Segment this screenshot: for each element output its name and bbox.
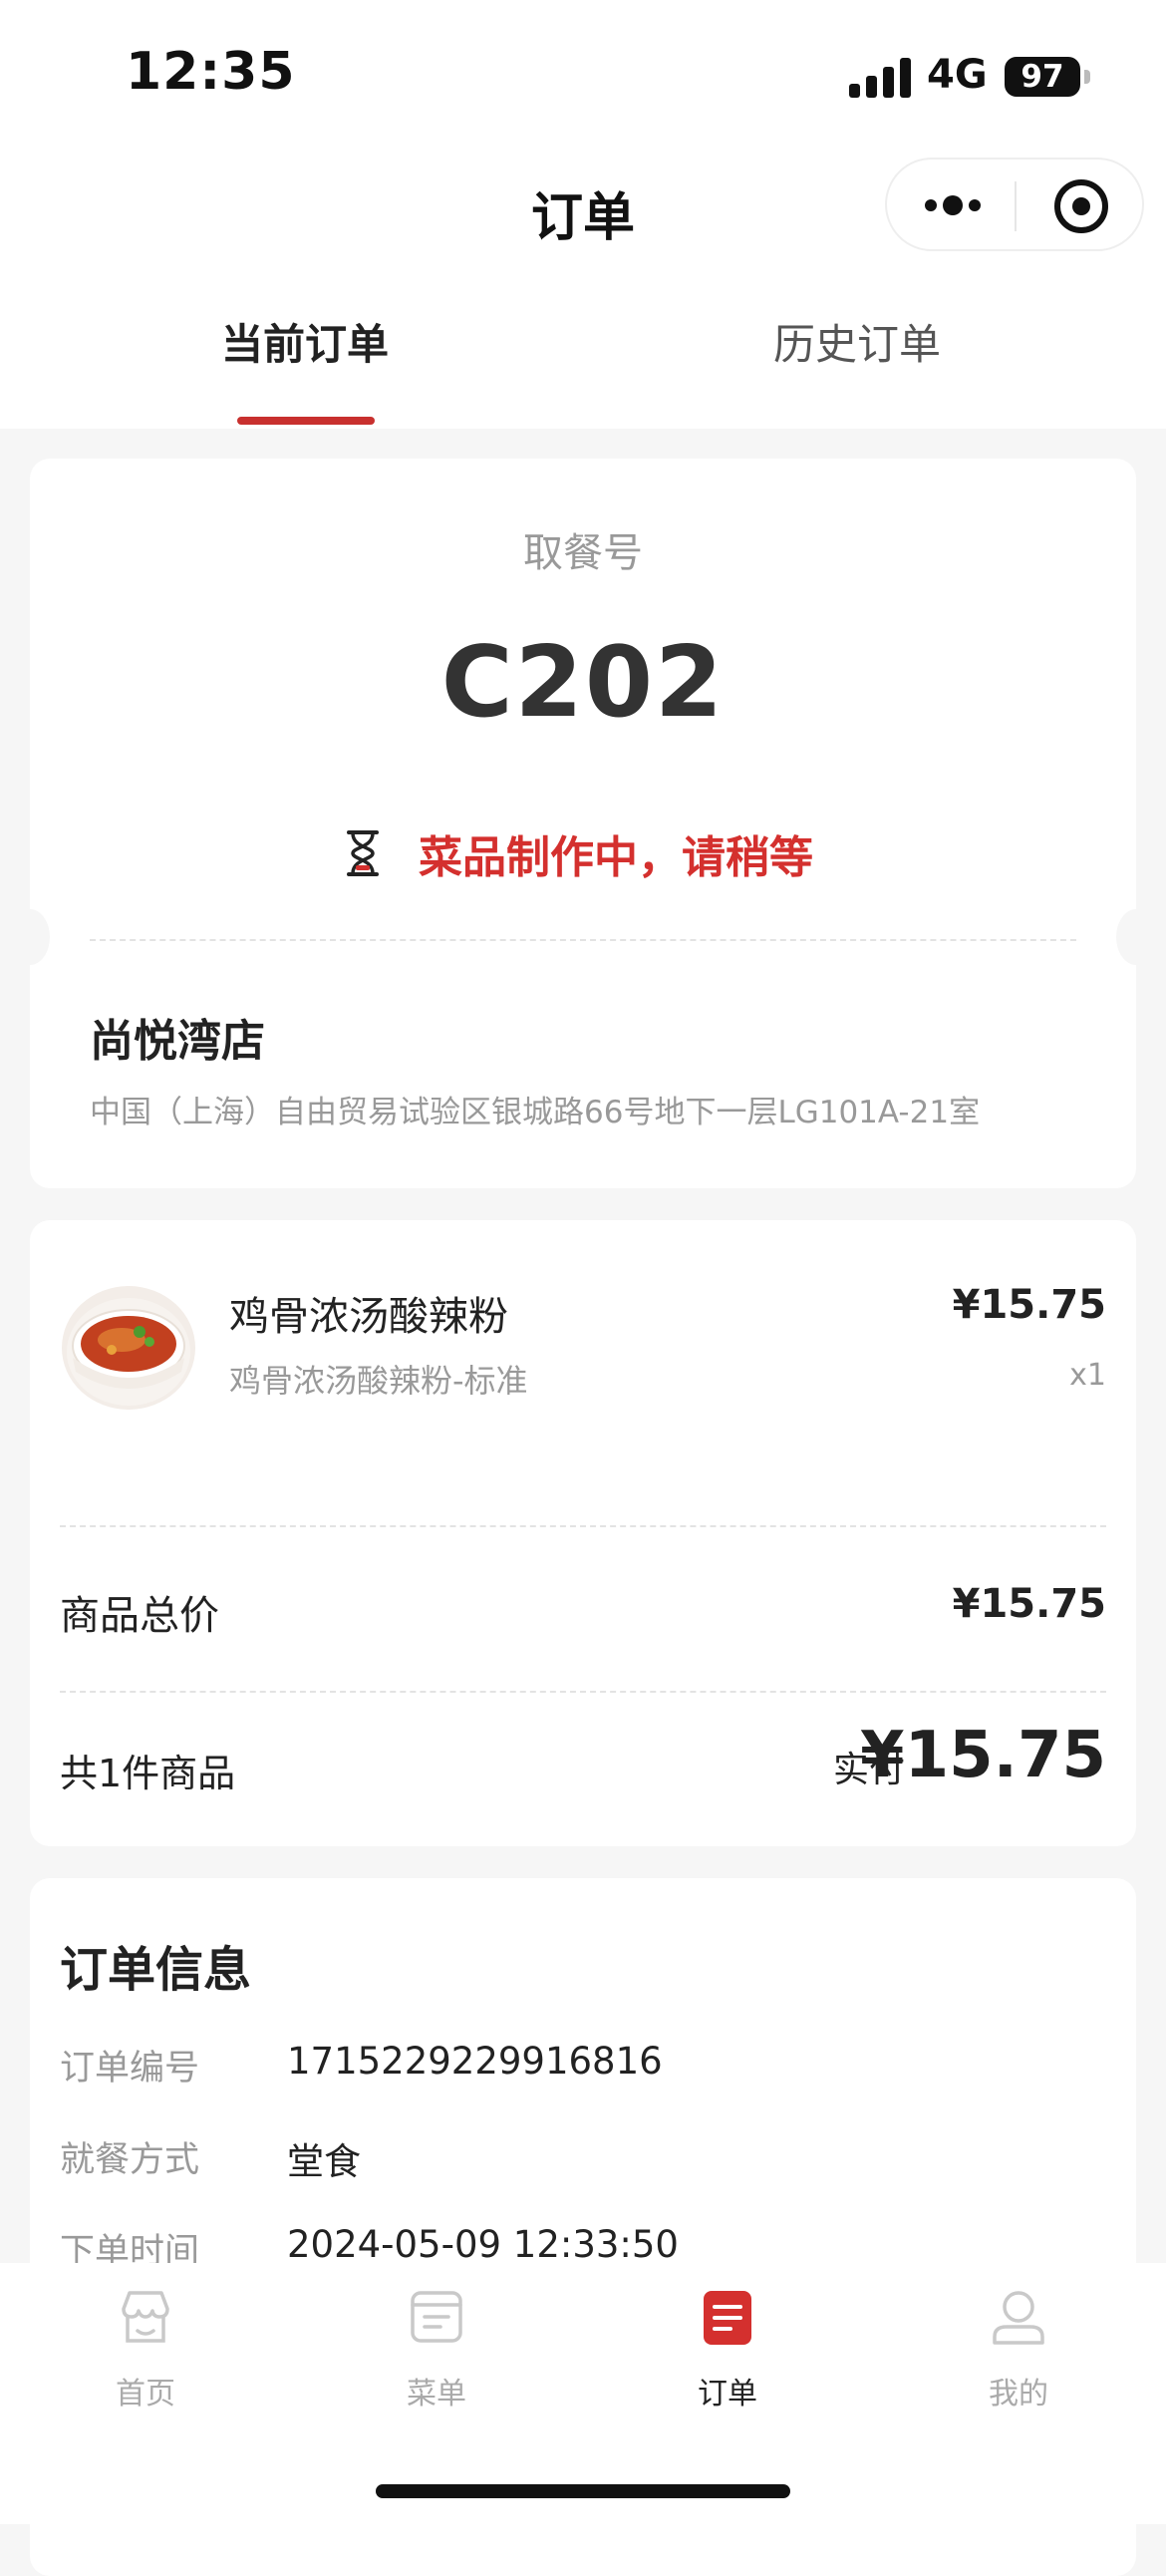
store-name: 尚悦湾店 [90,1016,265,1067]
close-miniprogram-icon[interactable] [1054,179,1108,233]
tabbar-label: 我的 [989,2377,1048,2412]
tab-history-orders[interactable]: 历史订单 [773,311,941,372]
order-info-title: 订单信息 [60,1942,252,1998]
order-items-card: 鸡骨浓汤酸辣粉 鸡骨浓汤酸辣粉-标准 ¥15.75 x1 商品总价 ¥15.75… [30,1220,1136,1846]
tabbar-label: 首页 [116,2377,175,2412]
nav-bar: 订单 [0,150,1166,269]
capsule-divider [1015,181,1017,231]
order-tabs: 当前订单 历史订单 [0,269,1166,429]
item-name: 鸡骨浓汤酸辣粉 [229,1294,508,1340]
miniprogram-capsule [885,158,1144,251]
tabbar-item-home[interactable]: 首页 [66,2287,225,2426]
profile-icon [993,2291,1044,2345]
info-label: 订单编号 [60,2049,200,2089]
store-address: 中国（上海）自由贸易试验区银城路66号地下一层LG101A-21室 [90,1095,981,1130]
status-bar: 12:35 4G 97 [0,0,1166,150]
item-quantity: x1 [1069,1358,1106,1393]
pickup-card: 取餐号 C202 菜品制作中，请稍等 尚悦湾店 中国（上海）自由贸易试验区银城路… [10,459,1156,1188]
dashed-divider [60,1525,1106,1527]
subtotal-label: 商品总价 [60,1593,219,1639]
order-number: 1715229229916816 [287,2040,663,2083]
order-icon [704,2291,751,2345]
tabbar-item-profile[interactable]: 我的 [939,2287,1098,2426]
item-spec: 鸡骨浓汤酸辣粉-标准 [229,1362,528,1400]
network-label: 4G [927,52,988,98]
info-row-dining-mode: 就餐方式 堂食 [60,2131,1106,2191]
home-icon [122,2291,169,2343]
dashed-divider [60,1691,1106,1693]
dining-mode: 堂食 [287,2140,361,2183]
info-label: 就餐方式 [60,2140,200,2180]
more-icon[interactable] [925,195,981,215]
tabbar-item-order[interactable]: 订单 [648,2287,807,2426]
tabbar-label: 菜单 [407,2377,466,2412]
item-price: ¥15.75 [952,1282,1106,1328]
tab-active-indicator [237,417,375,425]
ticket-notch [10,909,50,965]
paid-amount: ¥15.75 [860,1719,1106,1792]
pickup-label: 取餐号 [523,530,643,576]
subtotal-value: ¥15.75 [952,1581,1106,1627]
status-time: 12:35 [126,42,296,102]
tab-current-orders[interactable]: 当前订单 [221,311,389,372]
order-time: 2024-05-09 12:33:50 [287,2223,679,2266]
tabbar-label: 订单 [698,2377,757,2412]
bottom-tab-bar: 首页 菜单 订单 我的 [0,2263,1166,2524]
hourglass-icon [347,830,379,876]
menu-icon [411,2291,462,2343]
status-text: 菜品制作中，请稍等 [419,832,813,883]
ticket-notch [1116,909,1156,965]
signal-icon [849,58,911,98]
home-indicator [376,2484,790,2498]
battery-icon: 97 [1005,57,1080,97]
tabbar-item-menu[interactable]: 菜单 [357,2287,516,2426]
info-row-order-number: 订单编号 1715229229916816 [60,2040,1106,2099]
pickup-number: C202 [440,626,726,740]
battery-cap [1084,70,1090,84]
item-count: 共1件商品 [60,1752,236,1795]
dashed-divider [90,939,1076,941]
item-image [62,1286,195,1410]
